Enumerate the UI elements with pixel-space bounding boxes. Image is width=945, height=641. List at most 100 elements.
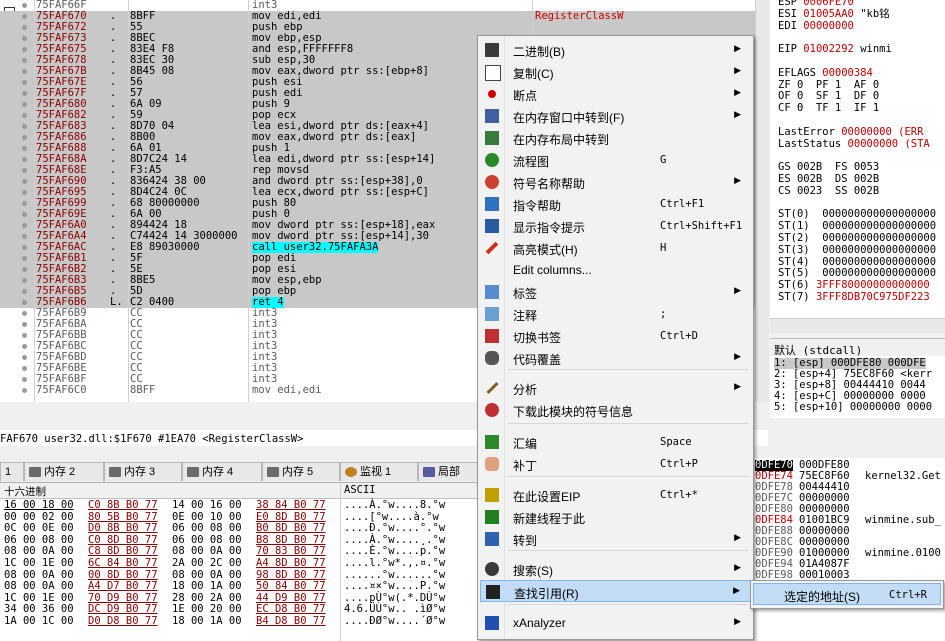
bp-dot-icon[interactable] — [22, 102, 27, 107]
menu-item-coverage[interactable]: 代码覆盖 ▶ — [480, 347, 751, 369]
bp-dot-icon[interactable] — [22, 311, 27, 316]
menu-item-newthread[interactable]: 新建线程于此 — [480, 506, 751, 528]
bp-dot-icon[interactable] — [22, 47, 27, 52]
dump-row[interactable]: 1A 00 1C 00 D0 D8 B0 77 18 00 1A 00 B4 D8 B… — [0, 616, 478, 627]
bp-dot-icon[interactable] — [22, 14, 27, 19]
bp-dot-icon[interactable] — [22, 366, 27, 371]
register-line[interactable]: CF 0 TF 1 IF 1 — [778, 103, 892, 114]
bp-dot-icon[interactable] — [22, 388, 27, 393]
disasm-scrollbar[interactable] — [755, 0, 769, 402]
bp-dot-icon[interactable] — [22, 157, 27, 162]
register-line[interactable]: ESP 0006FE70 — [778, 0, 860, 8]
register-line[interactable]: ST(3) 000000000000000000 — [778, 244, 936, 256]
bp-dot-icon[interactable] — [22, 300, 27, 305]
tab-cpu-0[interactable]: 1 — [0, 462, 24, 481]
menu-item-symhelp[interactable]: 符号名称帮助 ▶ — [480, 171, 751, 193]
menu-item-dlsym[interactable]: 下载此模块的符号信息 — [480, 399, 751, 421]
bp-dot-icon[interactable] — [22, 3, 27, 8]
bp-dot-icon[interactable] — [22, 212, 27, 217]
register-line[interactable]: EDI 00000000 — [778, 20, 860, 32]
bp-dot-icon[interactable] — [22, 256, 27, 261]
register-line[interactable]: ST(6) 3FFF80000000000000 — [778, 280, 936, 291]
bp-dot-icon[interactable] — [22, 322, 27, 327]
bp-dot-icon[interactable] — [22, 201, 27, 206]
register-line[interactable]: ST(0) 000000000000000000 — [778, 209, 936, 220]
menu-item-goto-mem[interactable]: 在内存窗口中转到(F) ▶ — [480, 105, 751, 127]
menu-item-analyze[interactable]: 分析 ▶ — [480, 377, 751, 399]
bp-dot-icon[interactable] — [22, 124, 27, 129]
menu-item-goto-layout[interactable]: 在内存布局中转到 — [480, 127, 751, 149]
menu-item-copy[interactable]: 复制(C) ▶ — [480, 61, 751, 83]
bp-dot-icon[interactable] — [22, 25, 27, 30]
menu-item-patch[interactable]: 补丁 Ctrl+P — [480, 453, 751, 475]
menu-item-goto[interactable]: 转到 ▶ — [480, 528, 751, 550]
bp-dot-icon[interactable] — [22, 168, 27, 173]
menu-item-bookmark[interactable]: 切换书签 Ctrl+D — [480, 325, 751, 347]
dump-row[interactable]: 08 00 0A 00 00 8D B0 77 08 00 0A 00 98 8D B… — [0, 569, 478, 581]
tab-memory-4[interactable]: 内存 5 — [262, 462, 340, 481]
bp-dot-icon[interactable] — [22, 289, 27, 294]
register-line[interactable]: ES 002B DS 002B — [778, 174, 892, 185]
register-line[interactable] — [778, 150, 791, 161]
hex-dump[interactable]: 十六进制 ASCII 16 00 18 00 C0 8B B0 77 14 00 1… — [0, 483, 478, 641]
call-convention-bar[interactable]: 默认 (stdcall) — [770, 338, 945, 358]
bp-dot-icon[interactable] — [22, 80, 27, 85]
register-line[interactable]: EIP 01002292 winmi — [778, 44, 892, 55]
bp-dot-icon[interactable] — [22, 36, 27, 41]
register-line[interactable]: ST(1) 000000000000000000 — [778, 221, 936, 232]
bp-dot-icon[interactable] — [22, 135, 27, 140]
register-line[interactable]: ZF 0 PF 1 AF 0 — [778, 79, 892, 91]
bp-dot-icon[interactable] — [22, 146, 27, 151]
menu-item-label[interactable]: 标签 ▶ — [480, 281, 751, 303]
dump-row[interactable]: 00 00 02 00 80 5B B0 77 0E 00 10 00 E0 8D B… — [0, 511, 478, 523]
register-line[interactable] — [778, 32, 791, 43]
stack-arg[interactable]: 5: [esp+10] 00000000 0000 — [774, 402, 932, 413]
dump-row[interactable]: 34 00 36 00 DC D9 B0 77 1E 00 20 00 EC D8 B… — [0, 604, 478, 615]
bp-dot-icon[interactable] — [22, 223, 27, 228]
dump-row[interactable]: 0C 00 0E 00 D0 8B B0 77 06 00 08 00 B0 8D B… — [0, 523, 478, 534]
menu-item-insttip[interactable]: 显示指令提示 Ctrl+Shift+F1 — [480, 215, 751, 237]
menu-item-editcols[interactable]: Edit columns... — [480, 259, 751, 281]
menu-item-xref[interactable]: 查找引用(R) ▶ — [480, 580, 751, 602]
register-line[interactable]: EFLAGS 00000384 — [778, 67, 879, 79]
register-line[interactable]: LastError 00000000 (ERR — [778, 126, 930, 138]
register-line[interactable]: GS 002B FS 0053 — [778, 162, 892, 173]
dump-row[interactable]: 1C 00 1E 00 6C 84 B0 77 2A 00 2C 00 A4 8D B… — [0, 558, 478, 569]
tab-memory-1[interactable]: 内存 2 — [24, 462, 104, 481]
bp-dot-icon[interactable] — [22, 245, 27, 250]
register-line[interactable]: ESI 01005AA0 "kb铭 — [778, 8, 890, 20]
dump-row[interactable]: 08 00 0A 00 A4 D7 B0 77 18 00 1A 00 50 84 B… — [0, 581, 478, 592]
bp-dot-icon[interactable] — [22, 234, 27, 239]
dump-row[interactable]: 08 00 0A 00 C8 8D B0 77 08 00 0A 00 70 83 B… — [0, 546, 478, 557]
bp-dot-icon[interactable] — [22, 267, 27, 272]
bp-dot-icon[interactable] — [22, 58, 27, 63]
menu-item-binary[interactable]: 二进制(B) ▶ — [480, 39, 751, 61]
bp-dot-icon[interactable] — [22, 344, 27, 349]
register-line[interactable]: ST(5) 000000000000000000 — [778, 268, 936, 279]
register-line[interactable] — [778, 198, 791, 209]
bp-dot-icon[interactable] — [22, 333, 27, 338]
register-line[interactable]: ST(2) 000000000000000000 — [778, 233, 936, 244]
menu-item-breakpoint[interactable]: 断点 ▶ — [480, 83, 751, 105]
tab-memory-3[interactable]: 内存 4 — [182, 462, 262, 481]
bp-dot-icon[interactable] — [22, 190, 27, 195]
tab-memory-2[interactable]: 内存 3 — [104, 462, 182, 481]
menu-item-insthelp[interactable]: 指令帮助 Ctrl+F1 — [480, 193, 751, 215]
bp-dot-icon[interactable] — [22, 278, 27, 283]
register-line[interactable] — [778, 115, 791, 126]
menu-item-comment[interactable]: 注释; — [480, 303, 751, 325]
register-line[interactable]: ST(4) 000000000000000000 — [778, 256, 936, 268]
menu-item-graph[interactable]: 流程图 G — [480, 149, 751, 171]
bp-dot-icon[interactable] — [22, 69, 27, 74]
bp-dot-icon[interactable] — [22, 113, 27, 118]
bp-dot-icon[interactable] — [22, 355, 27, 360]
tab-locals-6[interactable]: 局部 — [418, 462, 478, 481]
dump-row[interactable]: 16 00 18 00 C0 8B B0 77 14 00 16 00 38 84 B… — [0, 500, 478, 511]
registers-hscrollbar[interactable] — [770, 318, 945, 333]
register-line[interactable]: OF 0 SF 1 DF 0 — [778, 91, 892, 102]
menu-item-selected-address[interactable]: 选定的地址(S) Ctrl+R — [753, 583, 941, 605]
register-line[interactable]: ST(7) 3FFF8DB70C975DF223 — [778, 292, 936, 303]
bp-dot-icon[interactable] — [22, 179, 27, 184]
menu-item-search[interactable]: 搜索(S) ▶ — [480, 558, 751, 580]
menu-item-highlight[interactable]: 高亮模式(H) H — [480, 237, 751, 259]
